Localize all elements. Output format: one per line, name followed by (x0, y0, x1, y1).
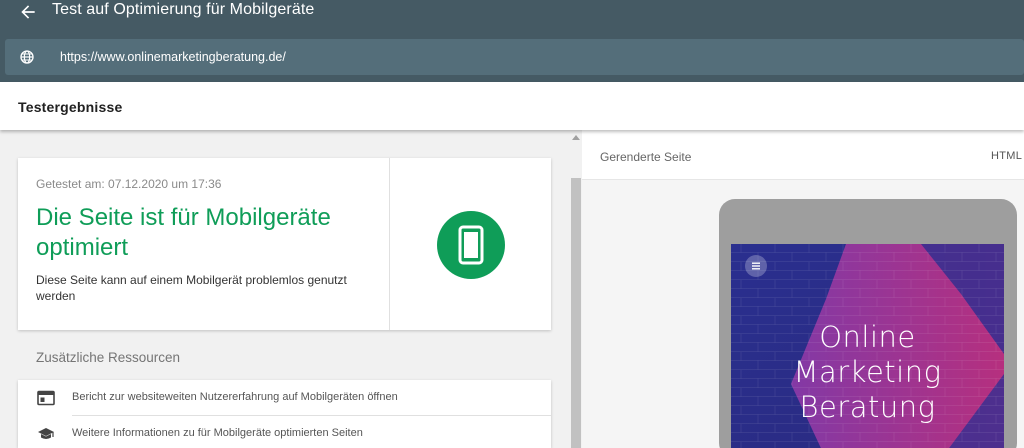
resource-label[interactable]: Weitere Informationen zu für Mobilgeräte… (72, 427, 363, 439)
globe-icon (20, 50, 34, 64)
tab-rendered-page[interactable]: Gerenderte Seite (600, 150, 691, 164)
result-card: Getestet am: 07.12.2020 um 17:36 Die Sei… (18, 158, 551, 330)
scrollbar[interactable] (570, 130, 582, 448)
results-header: Testergebnisse (0, 82, 1024, 130)
mobile-friendly-badge (437, 211, 505, 279)
results-title: Testergebnisse (18, 99, 123, 115)
url-text[interactable]: https://www.onlinemarketingberatung.de/ (60, 50, 286, 64)
verdict-heading: Die Seite ist für Mobilgeräte optimiert (36, 204, 331, 261)
verdict-description: Diese Seite kann auf einem Mobilgerät pr… (36, 273, 347, 303)
resource-item-report[interactable]: Bericht zur websiteweiten Nutzererfahrun… (18, 380, 551, 416)
hero-text-line: Online (819, 320, 916, 354)
resources-list: Bericht zur websiteweiten Nutzererfahrun… (18, 380, 551, 448)
back-arrow-icon[interactable] (18, 2, 38, 22)
hero-text-line: Beratung (799, 390, 936, 424)
scroll-up-icon[interactable] (572, 135, 580, 140)
browser-window-icon (37, 390, 55, 406)
resources-title: Zusätzliche Ressourcen (36, 350, 181, 365)
scroll-thumb[interactable] (571, 178, 581, 448)
hamburger-menu-icon (745, 255, 767, 277)
url-bar[interactable]: https://www.onlinemarketingberatung.de/ (5, 39, 1024, 75)
card-divider (389, 158, 390, 330)
resource-label[interactable]: Bericht zur websiteweiten Nutzererfahrun… (72, 391, 398, 403)
smartphone-icon (458, 225, 484, 265)
phone-frame: Online Marketing Beratung (719, 199, 1017, 448)
app-title: Test auf Optimierung für Mobilgeräte (52, 1, 315, 18)
tested-date: Getestet am: 07.12.2020 um 17:36 (36, 177, 222, 191)
preview-panel: Gerenderte Seite HTML Online Marketing B… (582, 130, 1024, 448)
rendered-page-screenshot: Online Marketing Beratung (731, 244, 1004, 448)
top-app-bar: Test auf Optimierung für Mobilgeräte htt… (0, 0, 1024, 82)
hero-text-line: Marketing (793, 355, 942, 389)
title-bar: Test auf Optimierung für Mobilgeräte (0, 0, 1024, 38)
graduation-cap-icon (38, 428, 54, 439)
tab-html[interactable]: HTML (991, 150, 1022, 162)
resource-item-learn-more[interactable]: Weitere Informationen zu für Mobilgeräte… (18, 416, 551, 448)
preview-tabs: Gerenderte Seite HTML (582, 130, 1024, 180)
